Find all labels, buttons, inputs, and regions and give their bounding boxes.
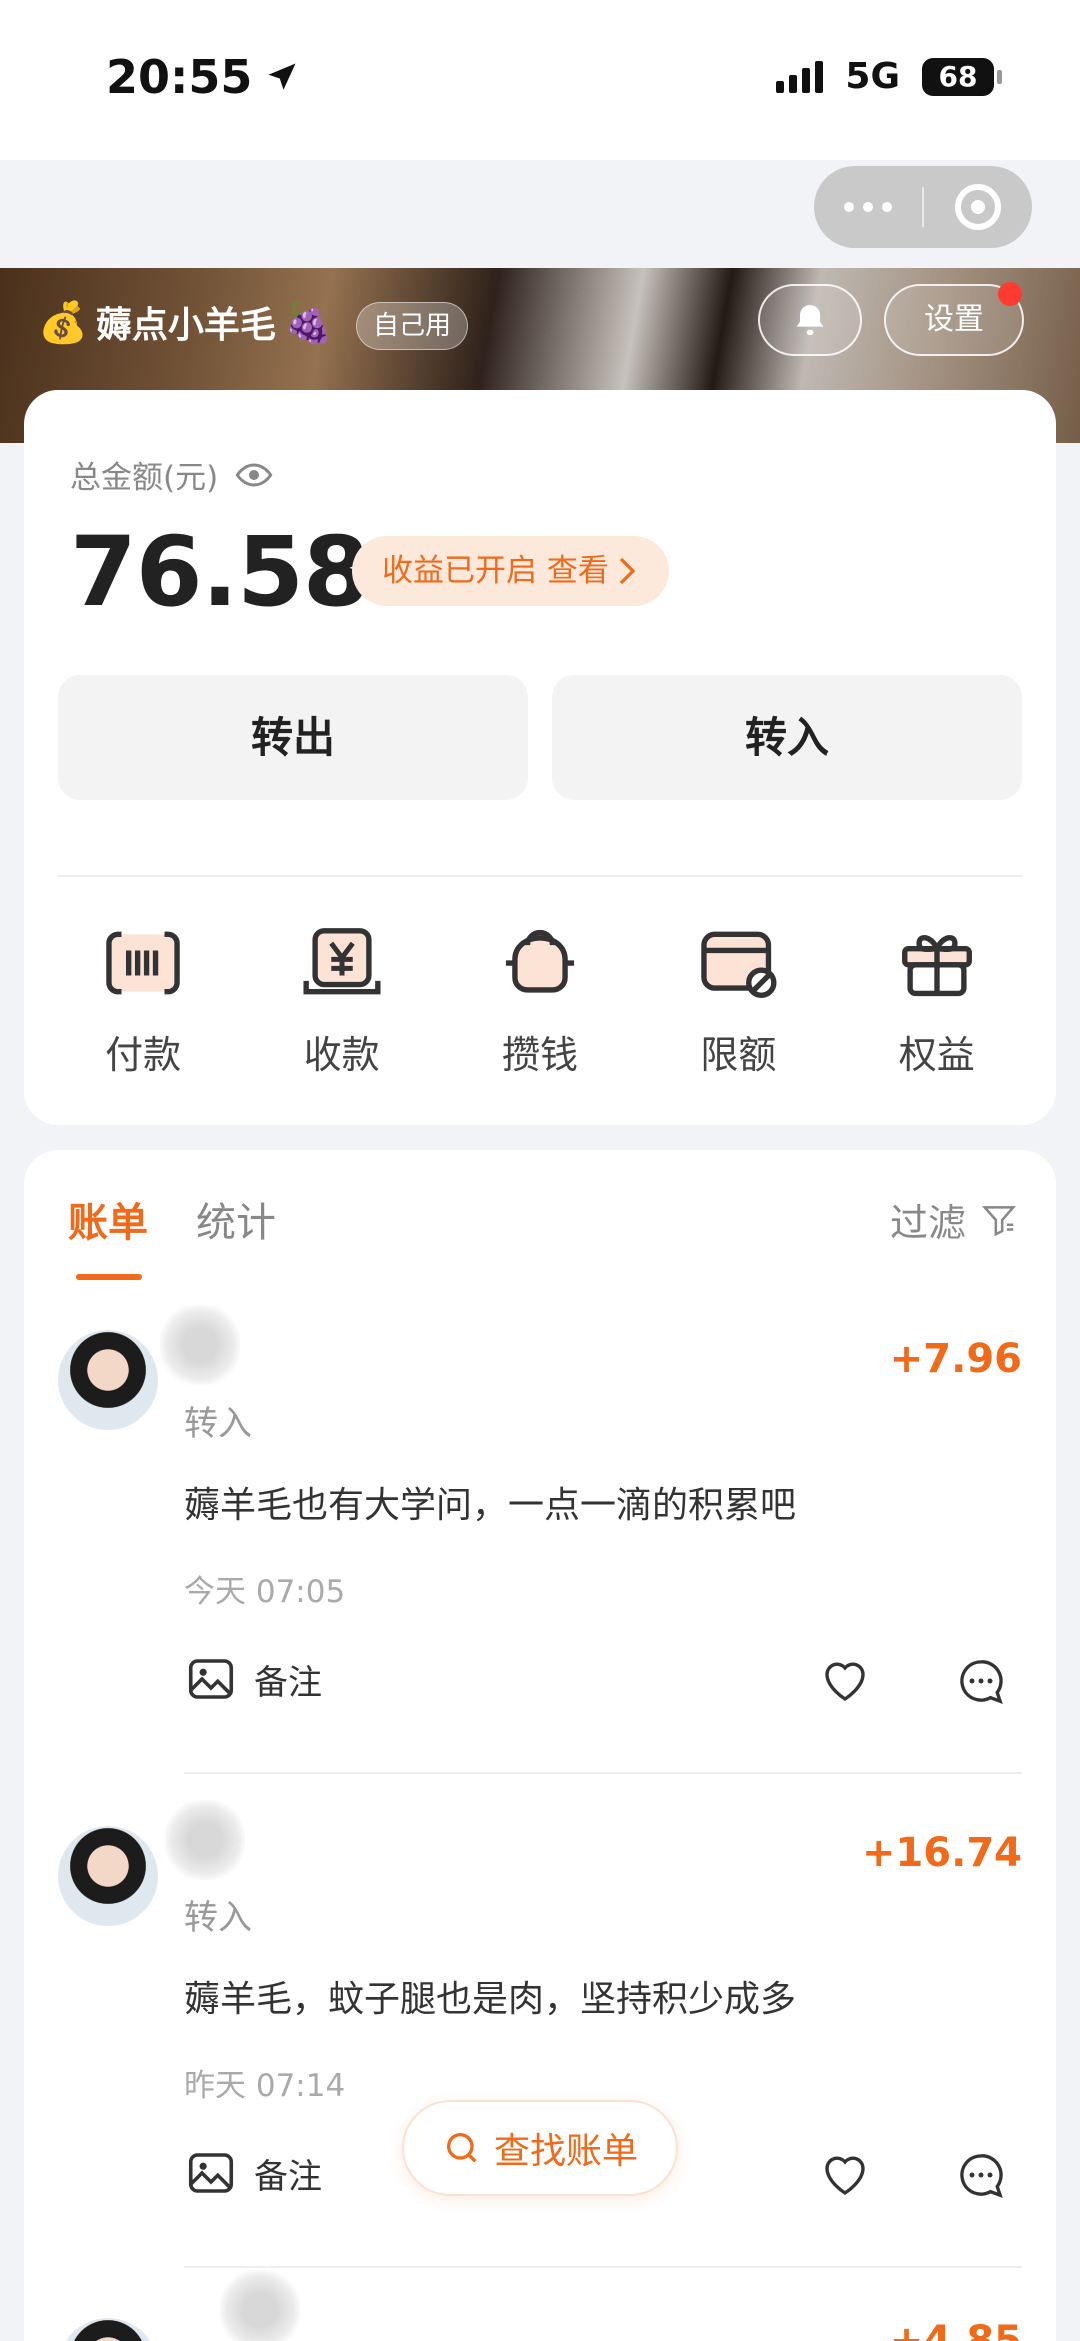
battery-icon: 68 (922, 57, 1002, 96)
transaction-amount: +4.85 (889, 2318, 1022, 2341)
transaction-time: 今天 07:05 (184, 1574, 346, 1610)
status-time-text: 20:55 (106, 50, 253, 104)
transaction-message: 薅羊毛，蚊子腿也是肉，坚持积少成多 (184, 1979, 797, 2020)
payer-avatar[interactable] (58, 1330, 158, 1430)
row-divider (184, 1772, 1022, 1774)
action-pay-label: 付款 (105, 1033, 182, 1077)
self-use-tag: 自己用 (356, 302, 469, 350)
action-benefits-label: 权益 (898, 1033, 975, 1077)
money-bag-icon: 💰 (38, 299, 88, 346)
filter-icon (981, 1205, 1017, 1236)
search-bill-label: 查找账单 (493, 2131, 638, 2172)
grapes-icon: 🍇 (283, 299, 334, 346)
search-bill-button[interactable]: 查找账单 (402, 2100, 678, 2196)
search-icon (446, 2133, 477, 2163)
total-amount-label: 总金额(元) (70, 452, 274, 497)
close-miniprogram-icon[interactable] (924, 184, 1032, 230)
note-label: 备注 (254, 2156, 322, 2197)
transaction-amount: +7.96 (889, 1336, 1022, 1382)
transaction-amount: +16.74 (861, 1830, 1022, 1876)
yield-enabled-text: 收益已开启 查看 (382, 553, 609, 589)
action-save-label: 攒钱 (501, 1033, 578, 1077)
transfer-in-button[interactable]: 转入 (552, 675, 1022, 800)
image-icon (188, 1659, 234, 1699)
note-label: 备注 (254, 1662, 322, 1703)
action-receive-label: 收款 (303, 1033, 380, 1077)
status-time: 20:55 (106, 50, 300, 104)
comment-icon[interactable] (954, 1654, 1008, 1708)
row-divider (184, 2266, 1022, 2268)
action-benefits[interactable]: 权益 (857, 920, 1017, 1090)
brand: 💰 薅点小羊毛 🍇 (38, 296, 334, 348)
action-pay[interactable]: 付款 (63, 920, 223, 1090)
tab-bill[interactable]: 账单 (68, 1190, 148, 1248)
settings-notification-dot (998, 282, 1022, 306)
total-amount-value: 76.58 (70, 516, 370, 628)
filter-button[interactable]: 过滤 (890, 1192, 1018, 1247)
eye-icon[interactable] (234, 455, 274, 495)
action-save[interactable]: 攒钱 (460, 920, 620, 1090)
battery-level: 68 (938, 59, 978, 93)
notification-button[interactable] (758, 284, 862, 356)
payer-name-redacted (220, 2270, 300, 2341)
divider (58, 875, 1022, 877)
cellular-signal-icon (776, 60, 824, 93)
payer-name-redacted (160, 1305, 240, 1385)
transaction-type: 转入 (184, 1404, 252, 1444)
image-icon (188, 2153, 234, 2193)
action-limit[interactable]: 限额 (658, 920, 818, 1090)
action-limit-label: 限额 (700, 1033, 777, 1077)
note-button[interactable]: 备注 (184, 1652, 322, 1706)
piggy-bank-icon (505, 929, 575, 993)
receive-yuan-icon (303, 928, 381, 995)
location-arrow-icon (268, 63, 296, 90)
filter-label: 过滤 (889, 1201, 966, 1245)
heart-icon[interactable] (818, 1654, 872, 1708)
payer-name-redacted (165, 1800, 245, 1880)
brand-name: 薅点小羊毛 (95, 305, 276, 346)
transaction-type: 转入 (184, 1898, 252, 1938)
card-limit-icon (701, 931, 777, 998)
bell-icon (796, 305, 824, 335)
action-receive[interactable]: 收款 (262, 920, 422, 1090)
gift-icon (901, 935, 972, 997)
transaction-time: 昨天 07:14 (184, 2068, 346, 2104)
more-options-icon[interactable] (814, 202, 922, 212)
note-button[interactable]: 备注 (184, 2146, 322, 2200)
yield-enabled-link[interactable]: 收益已开启 查看 (352, 536, 669, 606)
transaction-message: 薅羊毛也有大学问，一点一滴的积累吧 (184, 1485, 797, 1526)
tab-stats[interactable]: 统计 (196, 1190, 276, 1248)
barcode-icon (106, 931, 180, 995)
tab-active-indicator (76, 1274, 142, 1280)
comment-icon[interactable] (954, 2148, 1008, 2202)
quick-actions: 付款 收款 攒钱 限额 权益 (24, 920, 1056, 1090)
network-type: 5G (845, 56, 900, 97)
status-indicators: 5G 68 (776, 56, 1002, 97)
transfer-out-button[interactable]: 转出 (58, 675, 528, 800)
total-amount-label-text: 总金额(元) (70, 460, 219, 496)
miniprogram-capsule (814, 166, 1032, 248)
payer-avatar[interactable] (58, 1826, 158, 1926)
heart-icon[interactable] (818, 2148, 872, 2202)
chevron-right-icon (619, 557, 636, 585)
